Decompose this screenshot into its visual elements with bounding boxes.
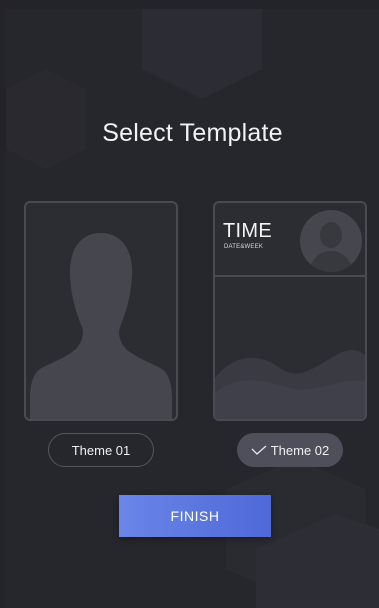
theme-02-button[interactable]: Theme 02 [237, 433, 343, 467]
theme-01-label: Theme 01 [71, 442, 131, 458]
checkmark-icon [251, 445, 267, 455]
page-title: Select Template [102, 119, 283, 147]
theme-01-button[interactable]: Theme 01 [48, 433, 154, 467]
finish-button[interactable]: FINISH [119, 495, 271, 537]
theme-02-label: Theme 02 [270, 442, 330, 458]
template-card-theme-01[interactable] [24, 201, 178, 421]
person-silhouette-icon [30, 233, 172, 419]
template-card-theme-02[interactable]: TIME DATE&WEEK [213, 201, 367, 421]
wave-decoration-icon [215, 349, 365, 419]
finish-label: FINISH [170, 508, 220, 524]
setup-screen: Select Template TIME DATE&WEEK Theme 01 … [6, 9, 379, 608]
